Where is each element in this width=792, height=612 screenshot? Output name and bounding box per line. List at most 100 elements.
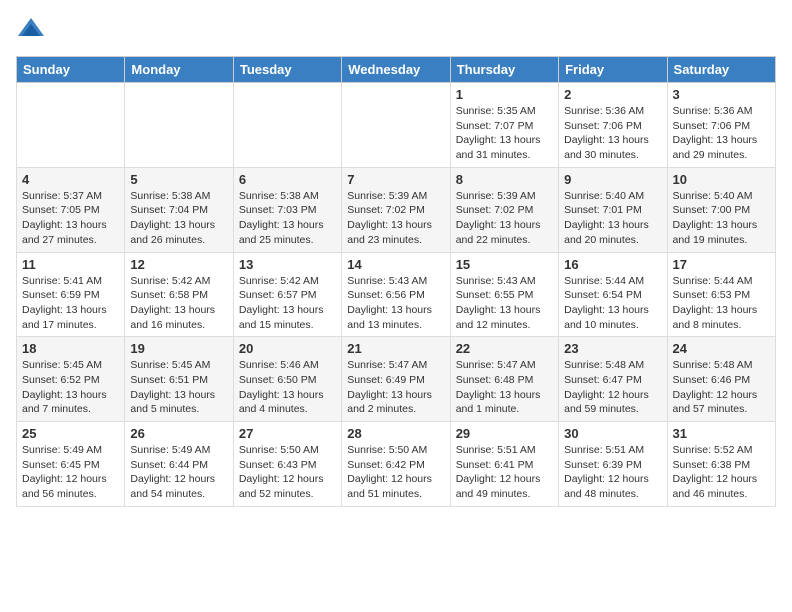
calendar-cell: 1 Sunrise: 5:35 AM Sunset: 7:07 PM Daylig… (450, 83, 558, 168)
day-info: Sunrise: 5:43 AM Sunset: 6:56 PM Dayligh… (347, 274, 444, 333)
calendar-cell: 10 Sunrise: 5:40 AM Sunset: 7:00 PM Dayli… (667, 167, 775, 252)
day-info: Sunrise: 5:39 AM Sunset: 7:02 PM Dayligh… (347, 189, 444, 248)
day-number: 7 (347, 172, 444, 187)
weekday-header-wednesday: Wednesday (342, 57, 450, 83)
calendar-week-3: 11 Sunrise: 5:41 AM Sunset: 6:59 PM Dayli… (17, 252, 776, 337)
calendar-cell: 26 Sunrise: 5:49 AM Sunset: 6:44 PM Dayli… (125, 422, 233, 507)
day-number: 8 (456, 172, 553, 187)
day-info: Sunrise: 5:43 AM Sunset: 6:55 PM Dayligh… (456, 274, 553, 333)
calendar-cell: 18 Sunrise: 5:45 AM Sunset: 6:52 PM Dayli… (17, 337, 125, 422)
day-info: Sunrise: 5:48 AM Sunset: 6:47 PM Dayligh… (564, 358, 661, 417)
day-number: 21 (347, 341, 444, 356)
calendar-cell: 12 Sunrise: 5:42 AM Sunset: 6:58 PM Dayli… (125, 252, 233, 337)
weekday-row: SundayMondayTuesdayWednesdayThursdayFrid… (17, 57, 776, 83)
day-info: Sunrise: 5:37 AM Sunset: 7:05 PM Dayligh… (22, 189, 119, 248)
logo (16, 16, 50, 46)
day-number: 10 (673, 172, 770, 187)
day-number: 12 (130, 257, 227, 272)
logo-icon (16, 16, 46, 46)
day-number: 27 (239, 426, 336, 441)
calendar-cell: 8Sunrise: 5:39 AM Sunset: 7:02 PM Daylig… (450, 167, 558, 252)
calendar-cell: 17 Sunrise: 5:44 AM Sunset: 6:53 PM Dayli… (667, 252, 775, 337)
calendar-cell: 23 Sunrise: 5:48 AM Sunset: 6:47 PM Dayli… (559, 337, 667, 422)
day-number: 14 (347, 257, 444, 272)
weekday-header-tuesday: Tuesday (233, 57, 341, 83)
calendar-cell: 11 Sunrise: 5:41 AM Sunset: 6:59 PM Dayli… (17, 252, 125, 337)
day-info: Sunrise: 5:51 AM Sunset: 6:41 PM Dayligh… (456, 443, 553, 502)
day-info: Sunrise: 5:41 AM Sunset: 6:59 PM Dayligh… (22, 274, 119, 333)
day-info: Sunrise: 5:38 AM Sunset: 7:04 PM Dayligh… (130, 189, 227, 248)
calendar-cell (125, 83, 233, 168)
day-number: 28 (347, 426, 444, 441)
weekday-header-saturday: Saturday (667, 57, 775, 83)
calendar-cell: 20 Sunrise: 5:46 AM Sunset: 6:50 PM Dayli… (233, 337, 341, 422)
day-info: Sunrise: 5:47 AM Sunset: 6:48 PM Dayligh… (456, 358, 553, 417)
calendar-cell: 5 Sunrise: 5:38 AM Sunset: 7:04 PM Daylig… (125, 167, 233, 252)
day-info: Sunrise: 5:44 AM Sunset: 6:53 PM Dayligh… (673, 274, 770, 333)
day-number: 2 (564, 87, 661, 102)
day-info: Sunrise: 5:51 AM Sunset: 6:39 PM Dayligh… (564, 443, 661, 502)
calendar-header: SundayMondayTuesdayWednesdayThursdayFrid… (17, 57, 776, 83)
calendar-week-5: 25 Sunrise: 5:49 AM Sunset: 6:45 PM Dayli… (17, 422, 776, 507)
day-info: Sunrise: 5:47 AM Sunset: 6:49 PM Dayligh… (347, 358, 444, 417)
day-info: Sunrise: 5:45 AM Sunset: 6:51 PM Dayligh… (130, 358, 227, 417)
day-number: 17 (673, 257, 770, 272)
calendar-week-2: 4Sunrise: 5:37 AM Sunset: 7:05 PM Daylig… (17, 167, 776, 252)
calendar-cell: 6 Sunrise: 5:38 AM Sunset: 7:03 PM Daylig… (233, 167, 341, 252)
calendar-cell: 13Sunrise: 5:42 AM Sunset: 6:57 PM Dayli… (233, 252, 341, 337)
day-number: 19 (130, 341, 227, 356)
day-number: 31 (673, 426, 770, 441)
day-number: 20 (239, 341, 336, 356)
page-header (16, 16, 776, 46)
day-number: 1 (456, 87, 553, 102)
calendar-cell: 14 Sunrise: 5:43 AM Sunset: 6:56 PM Dayli… (342, 252, 450, 337)
day-info: Sunrise: 5:36 AM Sunset: 7:06 PM Dayligh… (673, 104, 770, 163)
calendar-cell: 28 Sunrise: 5:50 AM Sunset: 6:42 PM Dayli… (342, 422, 450, 507)
day-number: 26 (130, 426, 227, 441)
day-number: 15 (456, 257, 553, 272)
day-info: Sunrise: 5:49 AM Sunset: 6:45 PM Dayligh… (22, 443, 119, 502)
calendar-cell: 25 Sunrise: 5:49 AM Sunset: 6:45 PM Dayli… (17, 422, 125, 507)
calendar-week-4: 18 Sunrise: 5:45 AM Sunset: 6:52 PM Dayli… (17, 337, 776, 422)
day-number: 25 (22, 426, 119, 441)
day-number: 13 (239, 257, 336, 272)
calendar-cell (17, 83, 125, 168)
day-info: Sunrise: 5:46 AM Sunset: 6:50 PM Dayligh… (239, 358, 336, 417)
calendar-cell: 24 Sunrise: 5:48 AM Sunset: 6:46 PM Dayli… (667, 337, 775, 422)
day-number: 16 (564, 257, 661, 272)
calendar-cell: 16 Sunrise: 5:44 AM Sunset: 6:54 PM Dayli… (559, 252, 667, 337)
day-info: Sunrise: 5:35 AM Sunset: 7:07 PM Dayligh… (456, 104, 553, 163)
day-number: 5 (130, 172, 227, 187)
day-number: 23 (564, 341, 661, 356)
day-info: Sunrise: 5:44 AM Sunset: 6:54 PM Dayligh… (564, 274, 661, 333)
day-number: 6 (239, 172, 336, 187)
calendar-cell: 31 Sunrise: 5:52 AM Sunset: 6:38 PM Dayli… (667, 422, 775, 507)
day-info: Sunrise: 5:52 AM Sunset: 6:38 PM Dayligh… (673, 443, 770, 502)
calendar-cell: 3Sunrise: 5:36 AM Sunset: 7:06 PM Daylig… (667, 83, 775, 168)
calendar-cell: 22Sunrise: 5:47 AM Sunset: 6:48 PM Dayli… (450, 337, 558, 422)
day-number: 9 (564, 172, 661, 187)
day-number: 24 (673, 341, 770, 356)
day-number: 30 (564, 426, 661, 441)
weekday-header-sunday: Sunday (17, 57, 125, 83)
calendar-cell: 15 Sunrise: 5:43 AM Sunset: 6:55 PM Dayli… (450, 252, 558, 337)
weekday-header-thursday: Thursday (450, 57, 558, 83)
day-info: Sunrise: 5:38 AM Sunset: 7:03 PM Dayligh… (239, 189, 336, 248)
day-info: Sunrise: 5:40 AM Sunset: 7:00 PM Dayligh… (673, 189, 770, 248)
day-number: 29 (456, 426, 553, 441)
calendar-cell: 30 Sunrise: 5:51 AM Sunset: 6:39 PM Dayli… (559, 422, 667, 507)
calendar-cell (233, 83, 341, 168)
day-info: Sunrise: 5:42 AM Sunset: 6:58 PM Dayligh… (130, 274, 227, 333)
calendar-week-1: 1 Sunrise: 5:35 AM Sunset: 7:07 PM Daylig… (17, 83, 776, 168)
calendar-cell: 2Sunrise: 5:36 AM Sunset: 7:06 PM Daylig… (559, 83, 667, 168)
weekday-header-monday: Monday (125, 57, 233, 83)
calendar-cell: 29 Sunrise: 5:51 AM Sunset: 6:41 PM Dayli… (450, 422, 558, 507)
day-info: Sunrise: 5:48 AM Sunset: 6:46 PM Dayligh… (673, 358, 770, 417)
day-number: 11 (22, 257, 119, 272)
day-info: Sunrise: 5:49 AM Sunset: 6:44 PM Dayligh… (130, 443, 227, 502)
day-info: Sunrise: 5:45 AM Sunset: 6:52 PM Dayligh… (22, 358, 119, 417)
day-number: 18 (22, 341, 119, 356)
calendar-table: SundayMondayTuesdayWednesdayThursdayFrid… (16, 56, 776, 507)
day-info: Sunrise: 5:50 AM Sunset: 6:42 PM Dayligh… (347, 443, 444, 502)
day-info: Sunrise: 5:50 AM Sunset: 6:43 PM Dayligh… (239, 443, 336, 502)
